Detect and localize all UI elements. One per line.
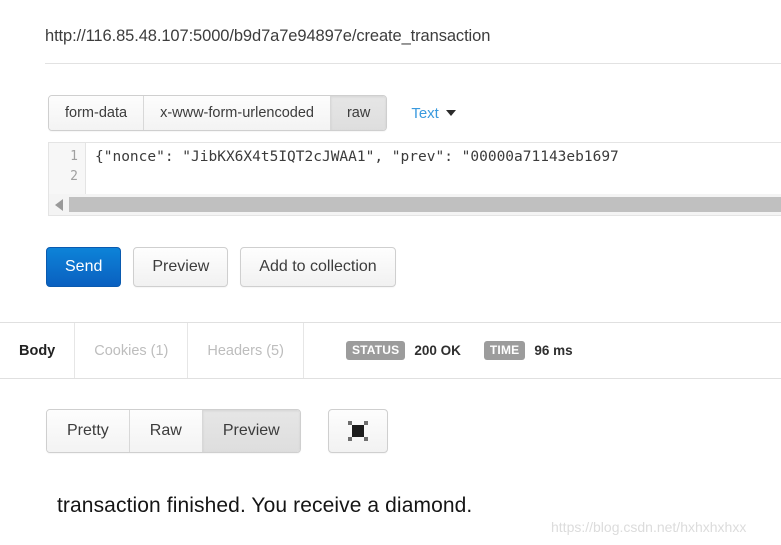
send-button[interactable]: Send <box>46 247 122 287</box>
request-actions: Send Preview Add to collection <box>46 247 396 287</box>
body-type-group: form-data x-www-form-urlencoded raw <box>48 95 388 131</box>
tab-body[interactable]: Body <box>0 323 76 378</box>
view-mode-pretty[interactable]: Pretty <box>47 410 130 452</box>
editor-horizontal-scrollbar[interactable] <box>48 194 781 216</box>
body-type-form-data[interactable]: form-data <box>49 96 145 130</box>
editor-gutter: 12 <box>49 143 86 194</box>
request-url: http://116.85.48.107:5000/b9d7a7e94897e/… <box>45 27 491 45</box>
line-number: 2 <box>70 169 78 184</box>
response-tab-bar: Body Cookies (1) Headers (5) STATUS 200 … <box>0 322 781 379</box>
body-type-urlencoded[interactable]: x-www-form-urlencoded <box>144 96 331 130</box>
body-type-raw[interactable]: raw <box>330 96 387 130</box>
status-badge: STATUS <box>345 341 406 360</box>
editor-line-1: {"nonce": "JibKX6X4t5IQT2cJWAA1", "prev"… <box>95 149 619 165</box>
editor-line-2 <box>95 167 781 187</box>
url-bar[interactable]: http://116.85.48.107:5000/b9d7a7e94897e/… <box>45 26 781 64</box>
text-format-label: Text <box>411 104 439 122</box>
line-number: 1 <box>70 149 78 164</box>
response-meta: STATUS 200 OK TIME 96 ms <box>304 323 587 378</box>
status-value: 200 OK <box>414 343 461 358</box>
body-type-toolbar: form-data x-www-form-urlencoded raw Text <box>48 95 456 131</box>
chevron-down-icon <box>445 110 456 116</box>
time-badge: TIME <box>483 341 526 360</box>
time-value: 96 ms <box>534 343 573 358</box>
url-divider <box>45 63 781 64</box>
view-mode-raw[interactable]: Raw <box>129 410 203 452</box>
editor-code-area[interactable]: {"nonce": "JibKX6X4t5IQT2cJWAA1", "prev"… <box>86 143 781 194</box>
response-view-toolbar: Pretty Raw Preview <box>46 409 388 453</box>
fullscreen-icon <box>347 421 368 441</box>
request-body-editor[interactable]: 12 {"nonce": "JibKX6X4t5IQT2cJWAA1", "pr… <box>48 142 781 194</box>
response-body-text: transaction finished. You receive a diam… <box>57 494 473 517</box>
tab-headers[interactable]: Headers (5) <box>188 323 304 378</box>
watermark: https://blog.csdn.net/hxhxhxhxx <box>551 519 747 535</box>
fullscreen-button[interactable] <box>327 409 388 453</box>
response-view-group: Pretty Raw Preview <box>46 409 301 453</box>
add-to-collection-button[interactable]: Add to collection <box>240 247 396 287</box>
preview-button[interactable]: Preview <box>133 247 229 287</box>
scrollbar-thumb[interactable] <box>69 197 781 212</box>
text-format-dropdown[interactable]: Text <box>411 95 456 131</box>
tab-cookies[interactable]: Cookies (1) <box>75 323 189 378</box>
scroll-left-arrow-icon[interactable] <box>49 198 69 211</box>
view-mode-preview[interactable]: Preview <box>202 410 300 452</box>
